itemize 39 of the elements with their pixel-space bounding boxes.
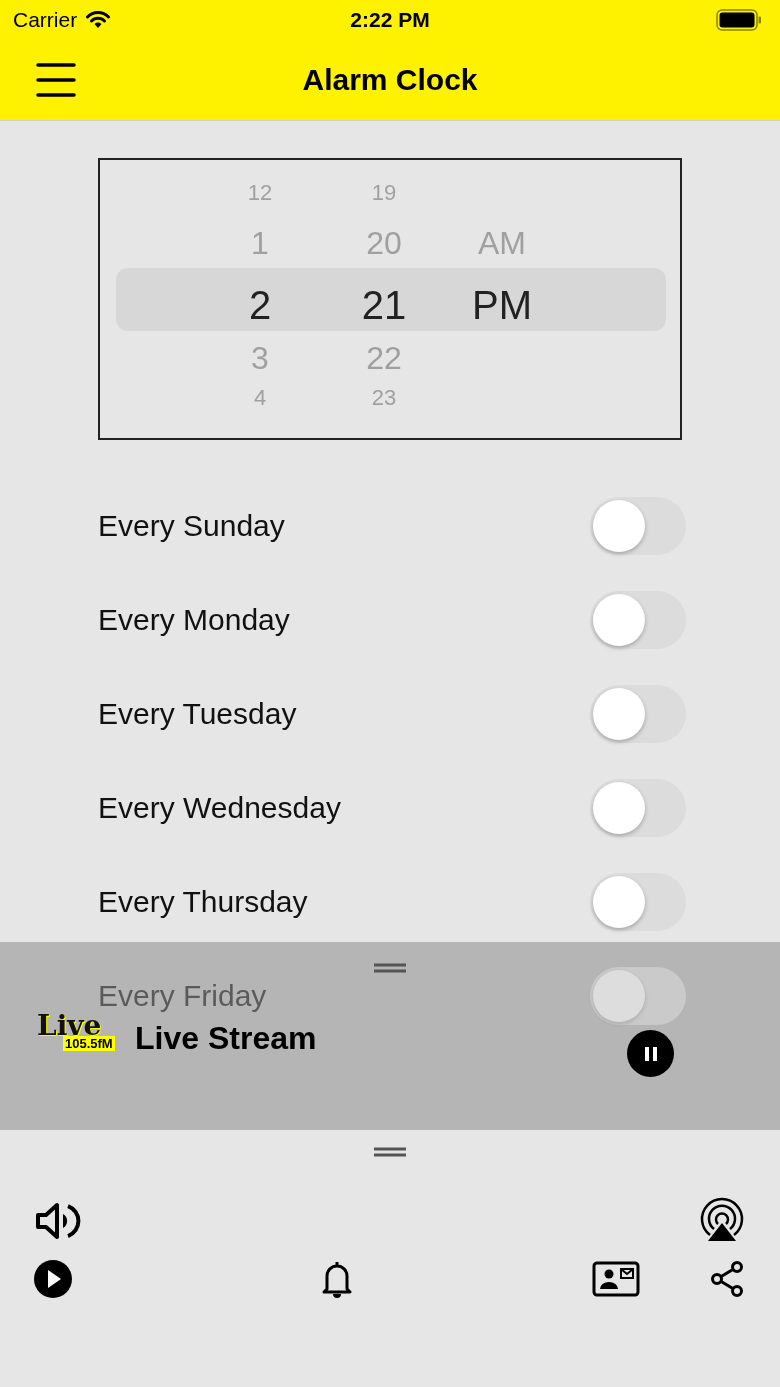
toggle-switch[interactable] <box>590 497 686 555</box>
picker-value[interactable]: AM <box>478 227 526 259</box>
picker-value[interactable]: 1 <box>251 227 269 259</box>
picker-value[interactable]: 22 <box>366 342 402 374</box>
picker-value[interactable]: 12 <box>247 182 273 204</box>
toggle-switch[interactable] <box>590 591 686 649</box>
repeat-day-label: Every Sunday <box>98 509 285 543</box>
picker-value[interactable]: 4 <box>253 387 267 409</box>
repeat-day-label: Every Tuesday <box>98 697 297 731</box>
battery-icon <box>716 9 762 31</box>
drag-handle-icon[interactable] <box>374 963 406 973</box>
repeat-day-label: Every Wednesday <box>98 791 341 825</box>
toggle-switch[interactable] <box>590 685 686 743</box>
picker-value[interactable]: 20 <box>366 227 402 259</box>
picker-value[interactable]: 3 <box>251 342 269 374</box>
menu-icon <box>36 60 76 100</box>
contact-card-icon[interactable] <box>591 1261 640 1297</box>
pause-button[interactable] <box>627 1030 674 1077</box>
speaker-icon[interactable] <box>35 1201 81 1241</box>
carrier-name: Carrier <box>13 8 78 32</box>
toggle-switch[interactable] <box>590 779 686 837</box>
station-logo: Live 105.5fM <box>37 1012 115 1051</box>
drag-handle-icon[interactable] <box>374 1147 406 1157</box>
menu-button[interactable] <box>36 60 76 100</box>
play-icon[interactable] <box>33 1259 73 1299</box>
wifi-icon <box>85 10 112 30</box>
picker-value[interactable]: 2 <box>248 285 272 325</box>
picker-value[interactable]: 21 <box>361 285 407 325</box>
picker-value[interactable]: 19 <box>371 182 397 204</box>
repeat-day-label: Every Thursday <box>98 885 308 919</box>
repeat-day-label: Every Monday <box>98 603 290 637</box>
stream-title: Live Stream <box>135 1020 317 1057</box>
screen-title: Alarm Clock <box>302 63 478 97</box>
status-time: 2:22 PM <box>350 8 430 32</box>
picker-value[interactable]: 23 <box>371 387 397 409</box>
repeat-day-label: Every Friday <box>98 979 267 1013</box>
toggle-switch[interactable] <box>590 873 686 931</box>
picker-value[interactable]: PM <box>472 285 532 325</box>
time-picker[interactable]: 12 1 2 3 4 19 20 21 22 23 AM PM <box>98 158 682 440</box>
